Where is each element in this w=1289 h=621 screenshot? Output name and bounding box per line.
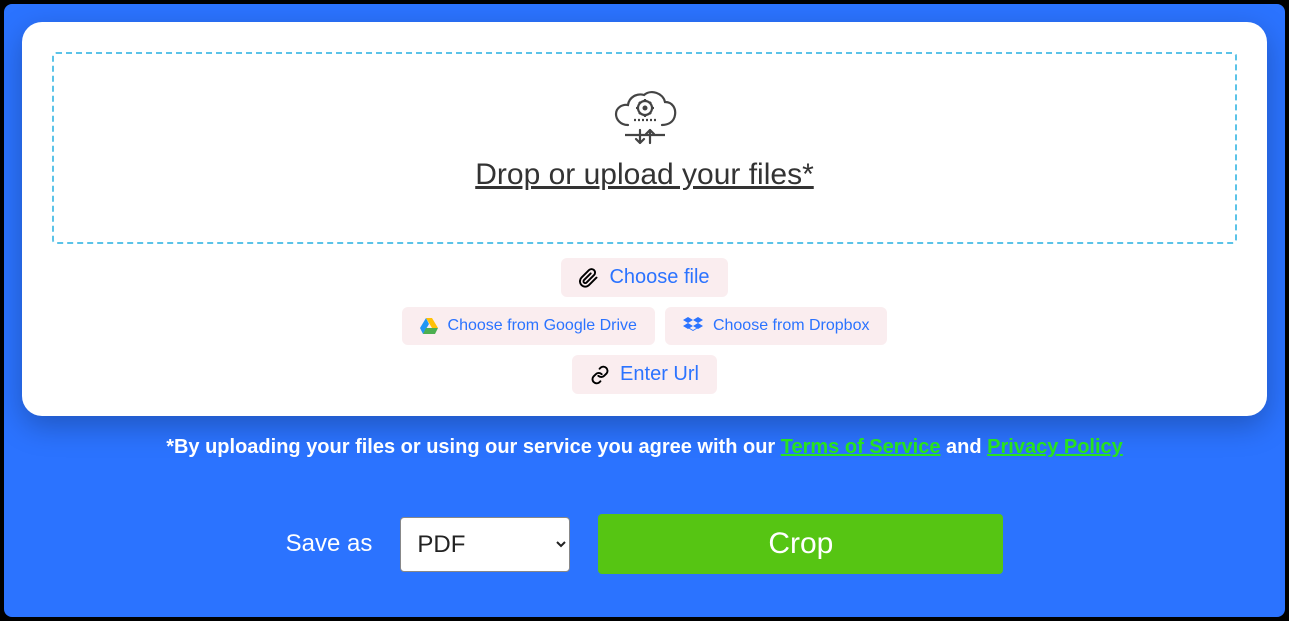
cloud-upload-gear-icon: [64, 90, 1225, 150]
dropbox-button[interactable]: Choose from Dropbox: [665, 307, 888, 345]
link-icon: [590, 365, 610, 385]
choose-file-button[interactable]: Choose file: [561, 258, 727, 297]
dropbox-icon: [683, 317, 703, 335]
format-select[interactable]: PDF: [400, 517, 570, 572]
google-drive-label: Choose from Google Drive: [448, 317, 637, 335]
upload-options: Choose file Choose from Google Drive: [52, 258, 1237, 394]
upload-card: Drop or upload your files* Choose file: [22, 22, 1267, 416]
disclaimer-middle: and: [940, 436, 987, 458]
file-dropzone[interactable]: Drop or upload your files*: [52, 52, 1237, 244]
google-drive-icon: [420, 318, 438, 334]
crop-button[interactable]: Crop: [598, 514, 1003, 574]
page-wrapper: Drop or upload your files* Choose file: [4, 4, 1285, 617]
google-drive-button[interactable]: Choose from Google Drive: [402, 307, 655, 345]
action-bar: Save as PDF Crop: [286, 514, 1004, 574]
privacy-policy-link[interactable]: Privacy Policy: [987, 436, 1123, 458]
enter-url-button[interactable]: Enter Url: [572, 355, 717, 394]
choose-file-label: Choose file: [609, 266, 709, 289]
save-as-label: Save as: [286, 530, 373, 558]
terms-of-service-link[interactable]: Terms of Service: [781, 436, 941, 458]
dropzone-title: Drop or upload your files*: [64, 158, 1225, 192]
disclaimer-prefix: *By uploading your files or using our se…: [166, 436, 781, 458]
enter-url-label: Enter Url: [620, 363, 699, 386]
dropbox-label: Choose from Dropbox: [713, 317, 870, 335]
disclaimer-text: *By uploading your files or using our se…: [166, 436, 1123, 459]
paperclip-icon: [579, 268, 599, 288]
